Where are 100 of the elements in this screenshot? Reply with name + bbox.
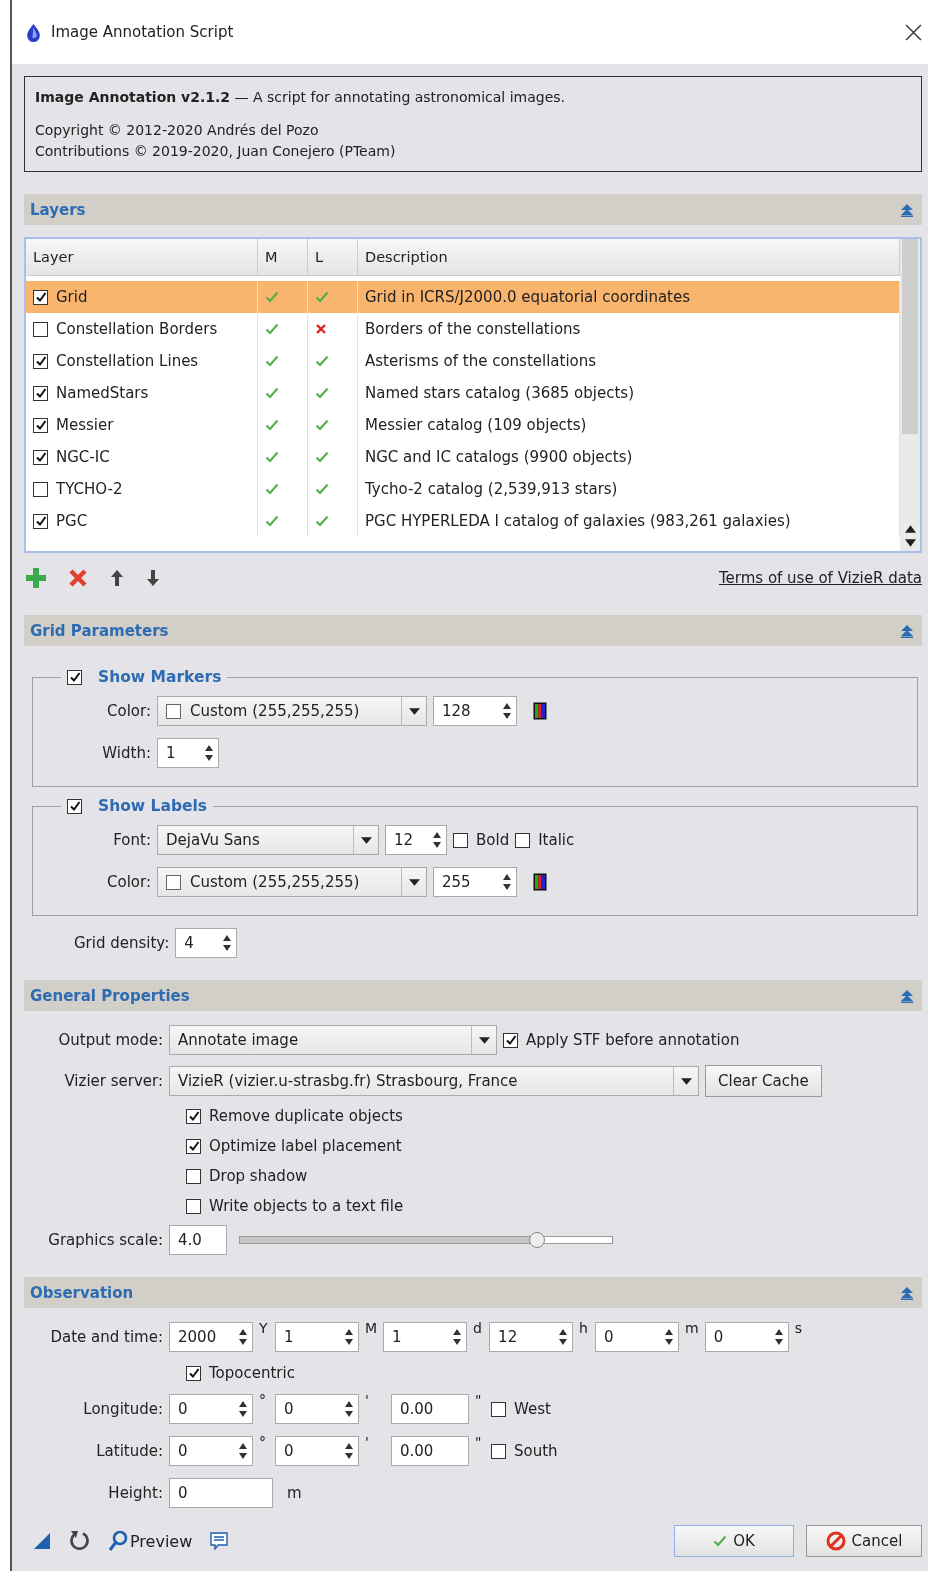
- collapse-icon[interactable]: [900, 1285, 914, 1300]
- table-row[interactable]: TYCHO-2 Tycho-2 catalog (2,539,913 stars): [26, 473, 900, 506]
- scrollbar-thumb[interactable]: [902, 239, 918, 434]
- checkbox[interactable]: [186, 1168, 201, 1184]
- dropdown[interactable]: Custom (255,255,255): [157, 867, 427, 897]
- checkbox[interactable]: [491, 1401, 506, 1417]
- spinner-arrows-icon[interactable]: [502, 701, 512, 721]
- spin-box[interactable]: 255: [433, 867, 517, 897]
- spinner-arrows-icon[interactable]: [452, 1327, 463, 1347]
- checkbox[interactable]: [67, 669, 82, 685]
- reset-icon[interactable]: [68, 1530, 90, 1552]
- scrollbar[interactable]: [900, 239, 920, 551]
- clear-cache-button[interactable]: Clear Cache: [705, 1065, 822, 1097]
- table-row[interactable]: Messier Messier catalog (109 objects): [26, 409, 900, 442]
- column-header[interactable]: L: [308, 239, 358, 276]
- spin-box[interactable]: 0: [704, 1322, 789, 1352]
- checkbox[interactable]: [67, 798, 82, 814]
- spin-box[interactable]: 128: [433, 696, 517, 726]
- ok-button[interactable]: OK: [674, 1525, 794, 1557]
- spinner-arrows-icon[interactable]: [222, 933, 233, 953]
- no-entry-icon: [825, 1531, 846, 1551]
- spinner-arrows-icon[interactable]: [238, 1327, 248, 1347]
- scroll-down-icon[interactable]: [904, 539, 916, 547]
- checkbox[interactable]: [33, 481, 48, 497]
- table-row[interactable]: Constellation Borders Borders of the constellations: [26, 313, 900, 346]
- checkbox[interactable]: [33, 417, 48, 433]
- checkbox[interactable]: [515, 832, 531, 848]
- checkbox[interactable]: [33, 449, 48, 465]
- checkbox[interactable]: [186, 1108, 201, 1124]
- spin-box[interactable]: 0: [275, 1394, 359, 1424]
- spin-box[interactable]: 1: [383, 1322, 468, 1352]
- unit-label: ": [475, 1434, 483, 1450]
- spinner-arrows-icon[interactable]: [502, 872, 512, 892]
- spin-box[interactable]: 1: [275, 1322, 359, 1352]
- dropdown[interactable]: Annotate image: [169, 1025, 497, 1055]
- table-row[interactable]: NamedStars Named stars catalog (3685 objects): [26, 377, 900, 410]
- checkbox[interactable]: [491, 1443, 506, 1459]
- spin-box[interactable]: 0: [169, 1394, 253, 1424]
- arrow-down-icon[interactable]: [146, 569, 160, 587]
- spinner-arrows-icon[interactable]: [344, 1441, 354, 1461]
- checkbox[interactable]: [33, 289, 48, 305]
- table-cell: Constellation Borders: [56, 320, 218, 339]
- spinner-arrows-icon[interactable]: [238, 1441, 248, 1461]
- collapse-icon[interactable]: [900, 202, 914, 217]
- spin-box[interactable]: 1: [157, 738, 219, 768]
- spinner-arrows-icon[interactable]: [773, 1327, 784, 1347]
- table-row[interactable]: PGC PGC HYPERLEDA I catalog of galaxies (983,261 galaxies): [26, 505, 900, 538]
- comment-icon[interactable]: [210, 1532, 229, 1550]
- checkbox[interactable]: [186, 1365, 201, 1381]
- checkbox[interactable]: [503, 1032, 518, 1048]
- spin-box[interactable]: 0: [169, 1436, 253, 1466]
- unit-label: h: [579, 1320, 589, 1336]
- dropdown[interactable]: VizieR (vizier.u-strasbg.fr) Strasbourg, France: [169, 1066, 699, 1096]
- scroll-up-icon[interactable]: [904, 525, 916, 533]
- delete-icon[interactable]: [68, 568, 88, 588]
- spin-box[interactable]: 12: [489, 1322, 574, 1352]
- column-header[interactable]: M: [258, 239, 308, 276]
- spin-box[interactable]: 4: [175, 928, 238, 958]
- spin-box[interactable]: 2000: [169, 1322, 253, 1352]
- spinner-arrows-icon[interactable]: [664, 1327, 675, 1347]
- collapse-icon[interactable]: [900, 988, 914, 1003]
- input-field[interactable]: 0.00: [391, 1436, 469, 1466]
- input-field[interactable]: 0.00: [391, 1394, 469, 1424]
- checkbox[interactable]: [186, 1138, 201, 1154]
- close-icon[interactable]: [905, 23, 922, 41]
- checkbox[interactable]: [453, 832, 468, 848]
- table-row[interactable]: Constellation Lines Asterisms of the constellations: [26, 345, 900, 378]
- input-field[interactable]: 4.0: [169, 1225, 227, 1255]
- terms-link[interactable]: Terms of use of VizieR data: [718, 569, 922, 587]
- spinner-arrows-icon[interactable]: [204, 743, 214, 763]
- spinner-arrows-icon[interactable]: [344, 1327, 354, 1347]
- triangle-icon[interactable]: [34, 1533, 50, 1549]
- checkbox[interactable]: [33, 321, 48, 337]
- checkbox[interactable]: [186, 1198, 201, 1214]
- field-label: Font:: [112, 831, 151, 849]
- spinner-arrows-icon[interactable]: [558, 1327, 569, 1347]
- spinner-arrows-icon[interactable]: [238, 1399, 248, 1419]
- table-row[interactable]: NGC-IC NGC and IC catalogs (9900 objects): [26, 441, 900, 474]
- slider-thumb[interactable]: [528, 1232, 545, 1248]
- collapse-icon[interactable]: [900, 623, 914, 638]
- color-picker-icon[interactable]: [533, 702, 547, 720]
- dropdown[interactable]: DejaVu Sans: [157, 825, 379, 855]
- spin-box[interactable]: 0: [275, 1436, 359, 1466]
- table-row[interactable]: Grid Grid in ICRS/J2000.0 equatorial coordinates: [26, 281, 900, 314]
- cancel-button[interactable]: Cancel: [806, 1525, 922, 1557]
- column-header[interactable]: Layer: [26, 239, 258, 276]
- dropdown[interactable]: Custom (255,255,255): [157, 696, 427, 726]
- color-swatch: [166, 703, 181, 719]
- spin-box[interactable]: 0: [595, 1322, 680, 1352]
- spin-box[interactable]: 12: [385, 825, 447, 855]
- caret-icon: [361, 836, 372, 844]
- preview-button[interactable]: Preview: [108, 1530, 193, 1552]
- spinner-arrows-icon[interactable]: [344, 1399, 354, 1419]
- input-field[interactable]: 0: [169, 1478, 273, 1508]
- checkbox[interactable]: [33, 513, 48, 529]
- spinner-arrows-icon[interactable]: [432, 830, 442, 850]
- checkbox[interactable]: [33, 353, 48, 369]
- checkbox[interactable]: [33, 385, 48, 401]
- arrow-up-icon[interactable]: [110, 569, 124, 587]
- color-picker-icon[interactable]: [533, 873, 547, 891]
